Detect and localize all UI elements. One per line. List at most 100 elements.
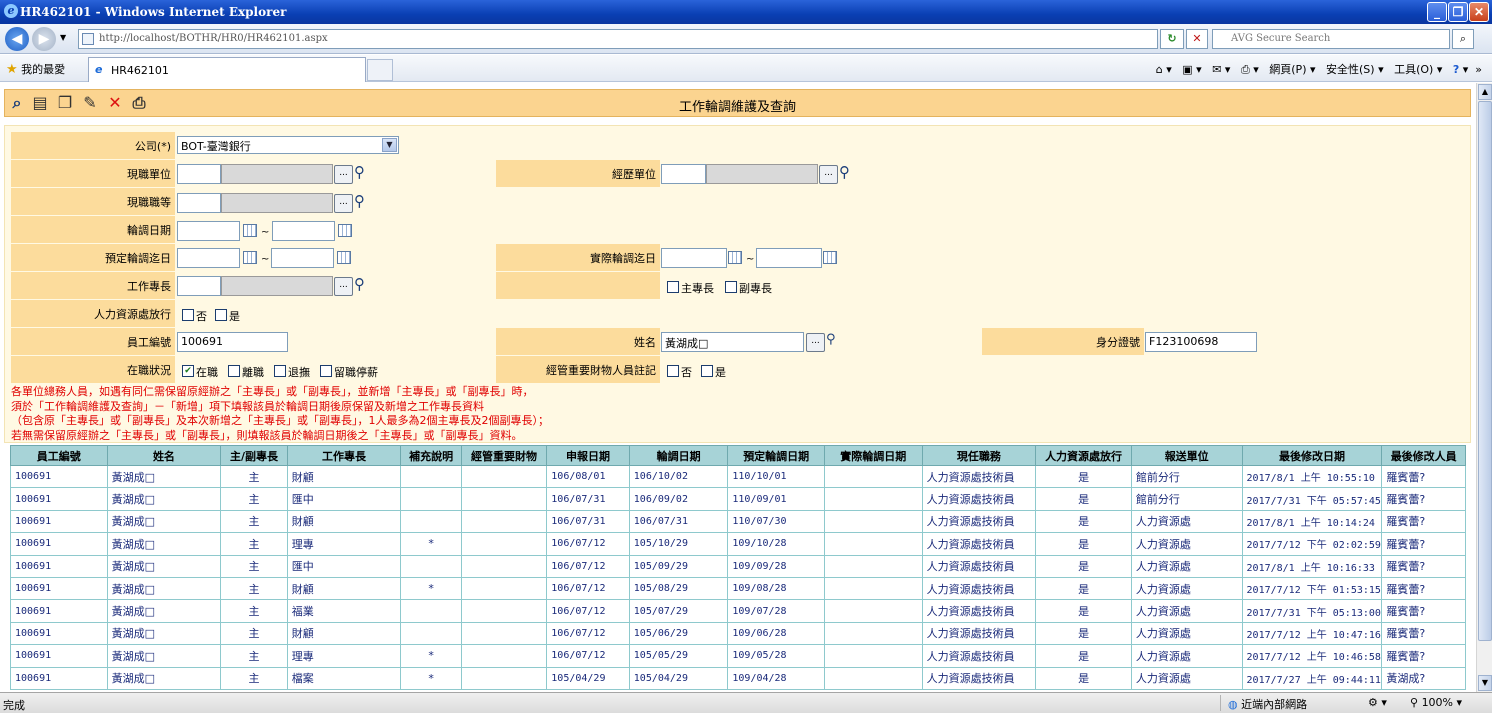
specialty-input[interactable]: [177, 276, 221, 296]
current-grade-input[interactable]: [177, 193, 221, 213]
column-header[interactable]: 員工編號: [10, 445, 108, 466]
mail-icon[interactable]: ✉ ▾: [1212, 63, 1230, 76]
calendar-icon[interactable]: [337, 251, 351, 264]
table-row[interactable]: 100691 黃湖成□ 主匯中 106/07/31 106/09/02 110/09/01…: [10, 487, 1466, 511]
table-cell: 110/09/01: [727, 487, 825, 511]
property-no-checkbox[interactable]: [667, 365, 679, 377]
binoculars-icon[interactable]: ⚲: [354, 192, 376, 212]
column-header[interactable]: 經管重要財物: [460, 445, 548, 466]
scroll-up-icon[interactable]: ▲: [1478, 84, 1492, 100]
column-header[interactable]: 姓名: [106, 445, 222, 466]
planned-date-from-input[interactable]: [177, 248, 240, 268]
table-cell: 2017/7/12 上午 10:47:16: [1241, 621, 1383, 646]
safety-menu[interactable]: 安全性(S): [1326, 63, 1375, 76]
rotation-date-from-input[interactable]: [177, 221, 240, 241]
hr-release-yes-checkbox[interactable]: [215, 309, 227, 321]
search-input[interactable]: AVG Secure Search: [1212, 29, 1450, 49]
table-row[interactable]: 100691 黃湖成□ 主財顧 106/08/01 106/10/02 110/10/01…: [10, 464, 1466, 489]
id-label: 身分證號: [982, 328, 1144, 355]
minimize-button[interactable]: _: [1427, 2, 1447, 22]
status-resigned-checkbox[interactable]: [228, 365, 240, 377]
magnifier-icon[interactable]: ⚲: [826, 331, 848, 351]
hr-release-no-checkbox[interactable]: [182, 309, 194, 321]
url-input[interactable]: http://localhost/BOTHR/HR0/HR462101.aspx: [78, 29, 1158, 49]
id-input[interactable]: F123100698: [1145, 332, 1257, 352]
vertical-scrollbar[interactable]: ▲ ▼: [1476, 83, 1492, 692]
status-retired-checkbox[interactable]: [274, 365, 286, 377]
close-button[interactable]: ✕: [1469, 2, 1489, 22]
zoom-control[interactable]: ⚲ 100% ▾: [1410, 696, 1462, 709]
current-unit-lookup-button[interactable]: ...: [334, 165, 353, 184]
column-header[interactable]: 現任職務: [921, 445, 1037, 466]
calendar-icon[interactable]: [243, 224, 257, 237]
calendar-icon[interactable]: [338, 224, 352, 237]
specialty-lookup-button[interactable]: ...: [334, 277, 353, 296]
rotation-date-to-input[interactable]: [272, 221, 335, 241]
column-header[interactable]: 輪調日期: [628, 445, 729, 466]
search-go-icon[interactable]: ⌕: [1452, 29, 1474, 49]
name-lookup-button[interactable]: ...: [806, 333, 825, 352]
table-row[interactable]: 100691 黃湖成□ 主財顧 106/07/12 105/06/29 109/06/28…: [10, 621, 1466, 646]
history-dropdown-icon[interactable]: ▼: [60, 33, 66, 42]
chevron-down-icon: ▼: [382, 138, 397, 152]
binoculars-icon[interactable]: ⚲: [354, 275, 376, 295]
table-row[interactable]: 100691 黃湖成□ 主福業 106/07/12 105/07/29 109/07/28…: [10, 599, 1466, 623]
status-text: 完成: [3, 699, 25, 712]
actual-date-from-input[interactable]: [661, 248, 727, 268]
table-row[interactable]: 100691 黃湖成□ 主財顧 106/07/31 106/07/31 110/07/30…: [10, 509, 1466, 534]
tools-menu[interactable]: 工具(O): [1394, 63, 1433, 76]
table-cell: 106/10/02: [628, 464, 729, 489]
column-header[interactable]: 最後修改人員: [1381, 445, 1466, 466]
binoculars-icon[interactable]: ⚲: [354, 163, 376, 183]
feeds-icon[interactable]: ▣ ▾: [1182, 63, 1201, 76]
home-icon[interactable]: ⌂ ▾: [1156, 63, 1172, 76]
sub-specialty-checkbox[interactable]: [725, 281, 737, 293]
name-input[interactable]: 黃湖成□: [661, 332, 804, 352]
current-unit-input[interactable]: [177, 164, 221, 184]
page-menu[interactable]: 網頁(P): [1269, 63, 1306, 76]
binoculars-icon[interactable]: ⚲: [839, 163, 861, 183]
column-header[interactable]: 工作專長: [286, 445, 402, 466]
actual-date-to-input[interactable]: [756, 248, 822, 268]
new-tab-button[interactable]: [367, 59, 393, 81]
calendar-icon[interactable]: [728, 251, 742, 264]
column-header[interactable]: 人力資源處放行: [1035, 445, 1132, 466]
column-header[interactable]: 最後修改日期: [1241, 445, 1383, 466]
print-button-icon[interactable]: ⎙ ▾: [1241, 63, 1259, 76]
status-leave-checkbox[interactable]: [320, 365, 332, 377]
planned-date-to-input[interactable]: [271, 248, 334, 268]
past-unit-lookup-button[interactable]: ...: [819, 165, 838, 184]
stop-icon[interactable]: ✕: [1186, 29, 1208, 49]
table-row[interactable]: 100691 黃湖成□ 主匯中 106/07/12 105/09/29 109/09/28…: [10, 554, 1466, 578]
column-header[interactable]: 主/副專長: [220, 445, 288, 466]
back-button[interactable]: ◀: [5, 27, 29, 51]
browser-tab[interactable]: e HR462101: [88, 57, 366, 82]
scroll-thumb[interactable]: [1478, 101, 1492, 641]
column-header[interactable]: 報送單位: [1130, 445, 1243, 466]
forward-button[interactable]: ▶: [32, 27, 56, 51]
table-row[interactable]: 100691 黃湖成□ 主理專 * 106/07/12 105/10/29 109/10/2…: [10, 532, 1466, 556]
company-select[interactable]: BOT-臺灣銀行 ▼: [177, 136, 399, 154]
calendar-icon[interactable]: [243, 251, 257, 264]
column-header[interactable]: 申報日期: [546, 445, 630, 466]
column-header[interactable]: 實際輪調日期: [823, 445, 923, 466]
calendar-icon[interactable]: [823, 251, 837, 264]
table-row[interactable]: 100691 黃湖成□ 主檔案 * 105/04/29 105/04/29 109/04/2…: [10, 666, 1466, 690]
main-specialty-checkbox[interactable]: [667, 281, 679, 293]
favorites-button[interactable]: ★ 我的最愛: [6, 61, 65, 77]
maximize-button[interactable]: ❐: [1448, 2, 1468, 22]
scroll-down-icon[interactable]: ▼: [1478, 675, 1492, 691]
table-row[interactable]: 100691 黃湖成□ 主財顧 * 106/07/12 105/08/29 109/08/2…: [10, 576, 1466, 601]
current-grade-lookup-button[interactable]: ...: [334, 194, 353, 213]
property-yes-checkbox[interactable]: [701, 365, 713, 377]
past-unit-input[interactable]: [661, 164, 706, 184]
column-header[interactable]: 預定輪調日期: [727, 445, 825, 466]
hr-release-yes-label: 是: [229, 310, 240, 323]
refresh-icon[interactable]: ↻: [1160, 29, 1184, 49]
table-row[interactable]: 100691 黃湖成□ 主理專 * 106/07/12 105/05/29 109/05/2…: [10, 644, 1466, 668]
emp-no-input[interactable]: 100691: [177, 332, 288, 352]
protected-mode-icon[interactable]: ⚙ ▾: [1368, 696, 1387, 709]
status-active-checkbox[interactable]: ✔: [182, 365, 194, 377]
help-icon[interactable]: ?: [1453, 63, 1459, 76]
column-header[interactable]: 補充說明: [400, 445, 462, 466]
